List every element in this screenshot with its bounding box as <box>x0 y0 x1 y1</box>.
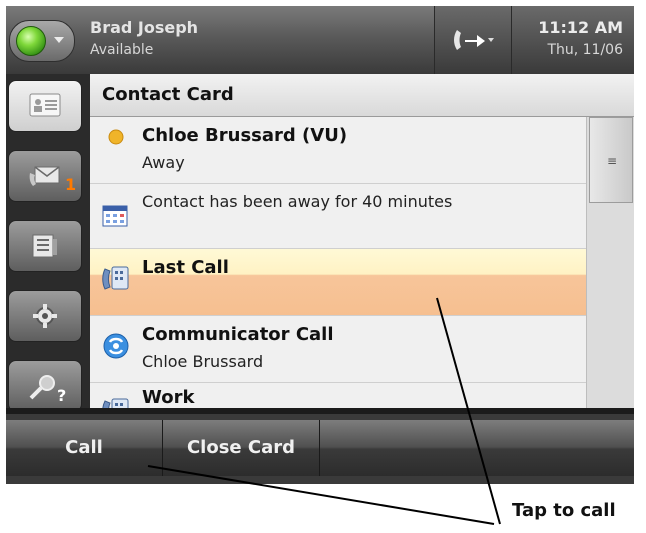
contact-name: Chloe Brussard (VU) <box>142 125 348 146</box>
screenshot-stage: Brad Joseph Available 11:12 AM Thu, 11/0… <box>0 0 646 533</box>
nav-search-help[interactable]: ? <box>8 360 82 412</box>
nav-contact-card[interactable] <box>8 80 82 132</box>
panel-header: Contact Card <box>90 74 634 117</box>
nav-voicemail[interactable]: 1 <box>8 150 82 202</box>
away-status-icon <box>108 129 124 145</box>
user-status: Available <box>90 42 154 58</box>
svg-text:?: ? <box>57 386 66 403</box>
status-bar: Brad Joseph Available 11:12 AM Thu, 11/0… <box>6 6 634 74</box>
empty-softkey <box>320 420 634 476</box>
contact-card-panel: Contact Card Chloe Brussard (VU) Away Co… <box>90 74 634 408</box>
last-call-label: Last Call <box>142 257 229 278</box>
phone-screen: Brad Joseph Available 11:12 AM Thu, 11/0… <box>6 6 634 484</box>
nav-call-log[interactable] <box>8 220 82 272</box>
chevron-down-icon <box>54 37 64 43</box>
communicator-icon <box>103 333 129 359</box>
scroll-thumb[interactable]: ≡ <box>589 117 633 203</box>
scroll-grip-icon: ≡ <box>607 154 618 168</box>
communicator-call-row[interactable]: Communicator Call Chloe Brussard <box>90 316 586 383</box>
left-nav: 1 ? <box>6 74 90 412</box>
clock-date: Thu, 11/06 <box>547 42 623 58</box>
gear-icon <box>33 304 57 328</box>
call-log-icon <box>32 234 57 258</box>
last-call-row[interactable]: Last Call <box>90 249 586 316</box>
away-note-text: Contact has been away for 40 minutes <box>142 192 453 211</box>
call-button[interactable]: Call <box>6 420 163 476</box>
call-forward-icon <box>454 30 494 50</box>
panel-title: Contact Card <box>102 84 234 105</box>
close-card-button[interactable]: Close Card <box>163 420 320 476</box>
call-forward-button[interactable] <box>434 6 511 74</box>
clock: 11:12 AM Thu, 11/06 <box>511 6 634 74</box>
phone-icon <box>102 266 129 290</box>
communicator-call-detail: Chloe Brussard <box>142 352 264 371</box>
communicator-call-label: Communicator Call <box>142 324 334 345</box>
search-help-icon: ? <box>29 375 66 403</box>
scrollbar[interactable]: ≡ <box>586 117 634 408</box>
nav-settings[interactable] <box>8 290 82 342</box>
softkey-bar: Call Close Card <box>6 408 634 484</box>
away-note-row: Contact has been away for 40 minutes <box>90 184 586 249</box>
work-phone-row[interactable]: Work <box>90 383 586 408</box>
contact-card-icon <box>29 93 61 117</box>
contact-presence: Away <box>142 153 185 172</box>
presence-indicator-icon <box>16 26 46 56</box>
work-label: Work <box>142 387 195 408</box>
work-phone-icon <box>102 398 129 408</box>
voicemail-icon <box>29 166 60 186</box>
voicemail-count-badge: 1 <box>65 175 77 194</box>
contact-presence-row[interactable]: Chloe Brussard (VU) Away <box>90 117 586 184</box>
calendar-icon <box>102 205 128 227</box>
annotation-label: Tap to call <box>512 500 616 521</box>
presence-button[interactable] <box>9 20 75 62</box>
contact-detail-list: Chloe Brussard (VU) Away Contact has bee… <box>90 117 586 408</box>
user-name: Brad Joseph <box>90 18 199 37</box>
clock-time: 11:12 AM <box>538 18 623 37</box>
